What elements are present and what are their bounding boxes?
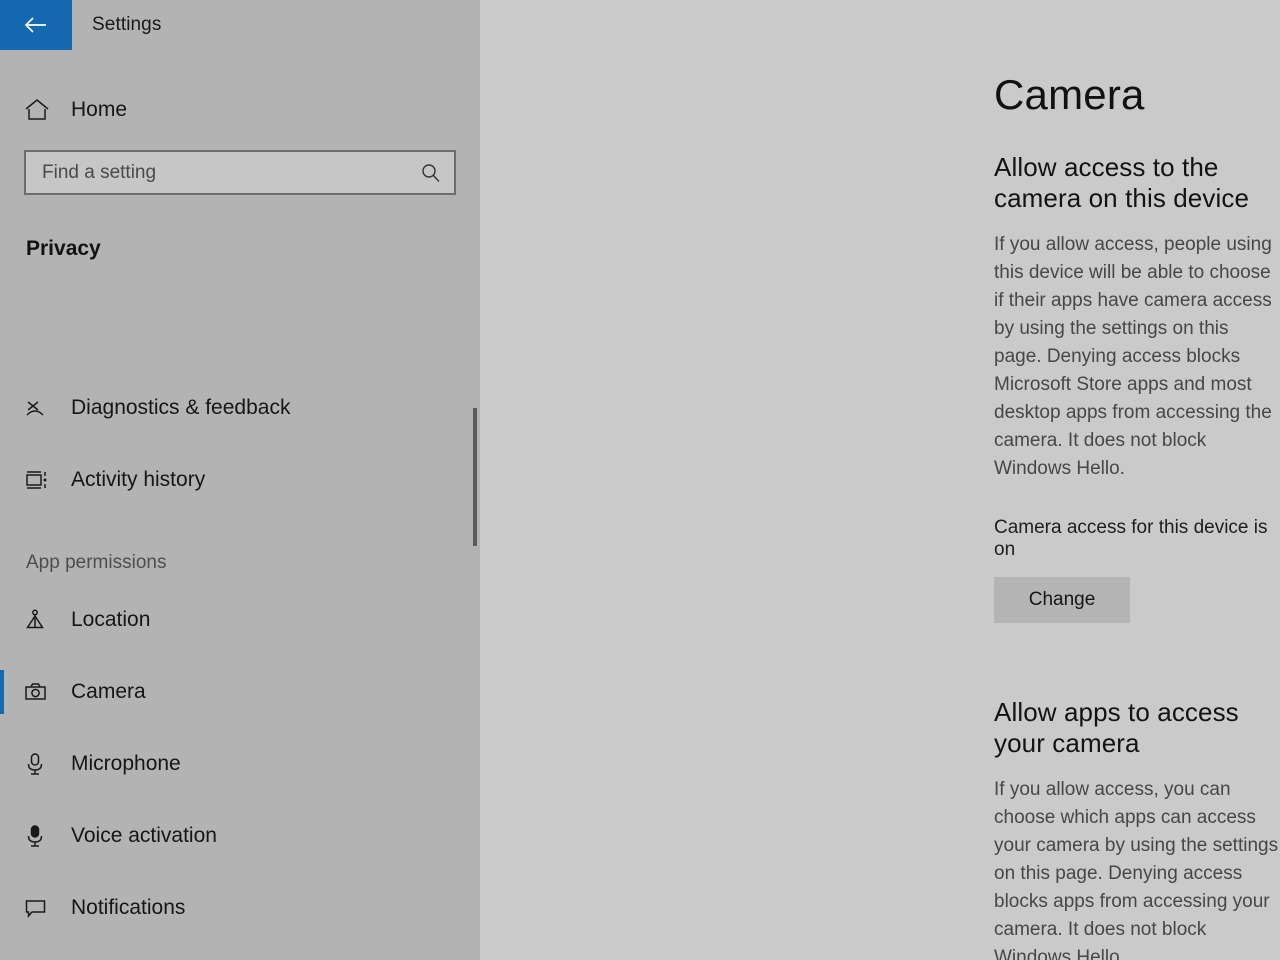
search-box[interactable] (24, 150, 456, 195)
home-icon (24, 98, 58, 122)
sidebar-item-label: Home (71, 98, 128, 121)
notifications-icon (24, 896, 62, 920)
apps-access-heading: Allow apps to access your camera (994, 697, 1239, 759)
sidebar-item-home[interactable]: Home (0, 84, 480, 136)
diagnostics-icon (24, 396, 62, 420)
sidebar-item-camera[interactable]: Camera (0, 656, 480, 728)
sidebar-item-label: Notifications (71, 896, 186, 919)
category-title: Privacy (26, 237, 101, 260)
nav-top-clip-mask (0, 330, 480, 390)
title-bar: Settings (0, 0, 480, 50)
nav-group-title-app-permissions: App permissions (26, 552, 167, 573)
sidebar-item-label: Location (71, 608, 151, 631)
sidebar: Settings Home Privacy (0, 0, 480, 960)
main-content: Camera Allow access to the camera on thi… (480, 0, 1280, 960)
device-access-description: If you allow access, people using this d… (994, 234, 1272, 480)
device-access-status: Camera access for this device is on (994, 517, 1268, 561)
app-title: Settings (92, 14, 162, 35)
device-access-heading: Allow access to the camera on this devic… (994, 152, 1250, 214)
back-arrow-icon (23, 15, 49, 35)
change-button[interactable]: Change (994, 577, 1130, 624)
sidebar-item-label: Diagnostics & feedback (71, 396, 291, 419)
search-icon[interactable] (420, 162, 442, 184)
sidebar-item-label: Voice activation (71, 824, 217, 847)
activity-history-icon (24, 468, 62, 492)
back-button[interactable] (0, 0, 72, 50)
sidebar-item-location[interactable]: Location (0, 584, 480, 656)
location-icon (24, 608, 62, 632)
search-input[interactable] (42, 161, 420, 184)
sidebar-item-voice-activation[interactable]: Voice activation (0, 800, 480, 872)
sidebar-scrollbar-thumb[interactable] (473, 408, 477, 546)
page-title: Camera (994, 71, 1145, 118)
sidebar-item-activity-history[interactable]: Activity history (0, 444, 480, 516)
sidebar-nav-list: Windows permissions Diagnostics & feedba… (0, 330, 480, 944)
sidebar-item-label: Microphone (71, 752, 181, 775)
sidebar-item-notifications[interactable]: Notifications (0, 872, 480, 944)
sidebar-item-microphone[interactable]: Microphone (0, 728, 480, 800)
settings-window: Settings Home Privacy (0, 0, 1280, 960)
microphone-icon (24, 752, 62, 776)
nav-group-spacer (0, 516, 480, 542)
camera-icon (24, 680, 62, 704)
sidebar-item-label: Activity history (71, 468, 206, 491)
sidebar-item-label: Camera (71, 680, 146, 703)
apps-access-description: If you allow access, you can choose whic… (994, 779, 1279, 960)
sidebar-nav-scroll: Windows permissions Diagnostics & feedba… (0, 330, 480, 960)
voice-activation-icon (24, 824, 62, 848)
